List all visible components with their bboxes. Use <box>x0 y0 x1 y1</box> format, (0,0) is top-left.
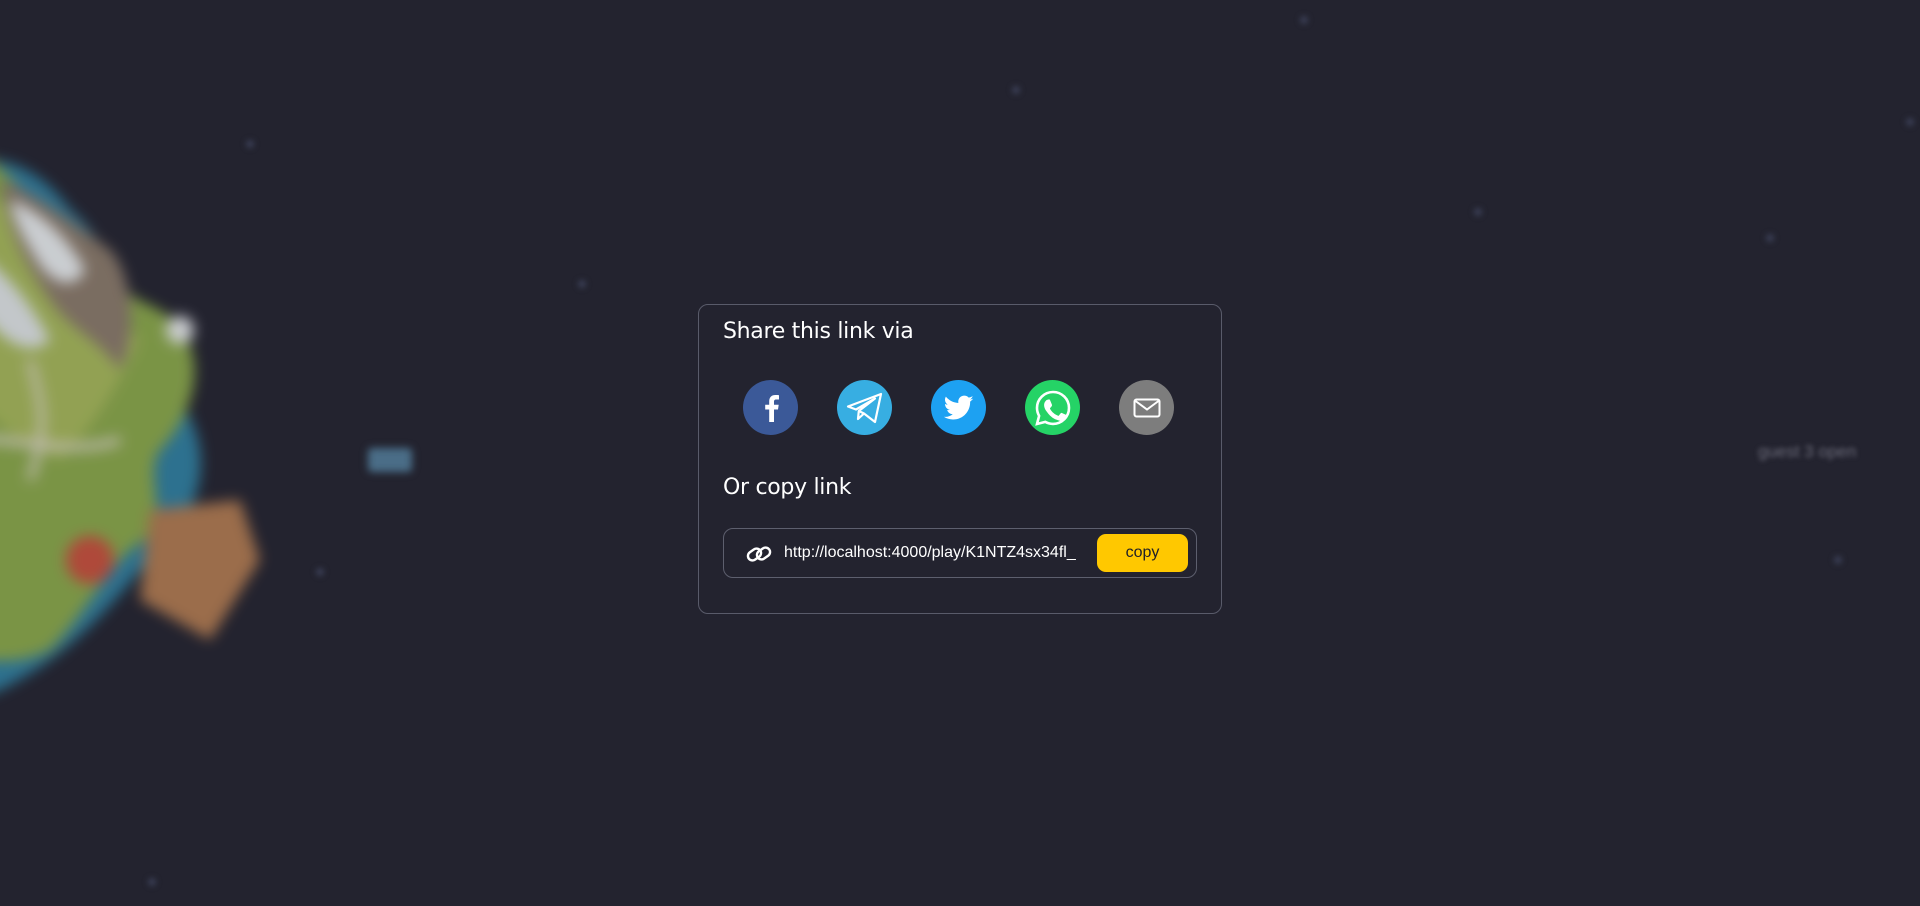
mail-icon <box>1133 398 1161 418</box>
background-star <box>1474 208 1482 216</box>
background-star <box>1766 234 1774 242</box>
link-icon <box>746 542 772 566</box>
whatsapp-share-button[interactable] <box>1025 380 1080 435</box>
share-dialog-title: Share this link via <box>723 319 914 344</box>
email-share-button[interactable] <box>1119 380 1174 435</box>
world-map-background <box>0 100 300 720</box>
copy-link-title: Or copy link <box>723 475 852 500</box>
background-star <box>1300 16 1308 24</box>
whatsapp-icon <box>1033 388 1073 428</box>
telegram-icon <box>845 391 885 425</box>
copy-link-box: copy <box>723 528 1197 578</box>
share-dialog: Share this link via Or copy link http://… <box>698 304 1222 614</box>
background-star <box>1012 86 1020 94</box>
copy-button[interactable]: copy <box>1097 534 1188 572</box>
background-sign <box>368 448 412 472</box>
facebook-share-button[interactable] <box>743 380 798 435</box>
share-buttons-row <box>743 380 1174 435</box>
twitter-share-button[interactable] <box>931 380 986 435</box>
background-star <box>1906 118 1914 126</box>
background-star <box>316 568 324 576</box>
background-caption: guest 3 open <box>1758 442 1857 461</box>
background-star <box>578 280 586 288</box>
twitter-icon <box>943 395 974 421</box>
background-star <box>148 878 156 886</box>
telegram-share-button[interactable] <box>837 380 892 435</box>
background-star <box>1834 556 1842 564</box>
share-link-input[interactable] <box>784 541 1088 565</box>
game-stage: guest 3 open Share this link via Or copy… <box>0 0 1920 906</box>
facebook-icon <box>760 394 782 422</box>
background-star <box>246 140 254 148</box>
